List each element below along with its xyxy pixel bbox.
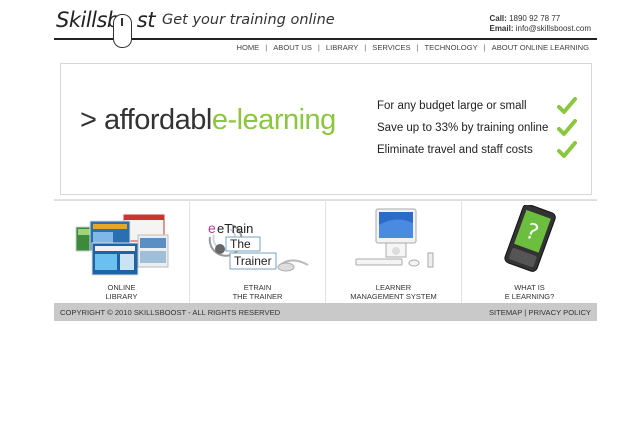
nav-home[interactable]: HOME [236, 43, 259, 52]
box-label-line: WHAT IS [514, 283, 545, 292]
call-label: Call: [489, 14, 507, 23]
benefit-item: For any budget large or small [377, 95, 577, 117]
benefit-text: Eliminate travel and staff costs [377, 144, 533, 156]
etrain-word: eTrain [217, 221, 253, 236]
benefit-item: Save up to 33% by training online [377, 117, 577, 139]
email-link[interactable]: info@skillsboost.com [516, 24, 591, 33]
feature-boxes: ONLINE LIBRARY e eTrain The Trainer eTRA… [54, 200, 597, 303]
contact-info: Call: 1890 92 78 77 Email: info@skillsbo… [489, 14, 591, 34]
box-label-line: LIBRARY [105, 292, 138, 301]
hero-banner: > affordable-learning For any budget lar… [60, 63, 592, 195]
box-label-line: MANAGEMENT SYSTEM [350, 292, 437, 301]
box-what-is-e-learning[interactable]: ? WHAT IS E LEARNING? [462, 200, 597, 303]
checkmark-icon [557, 119, 577, 136]
checkmark-icon [557, 97, 577, 114]
etrain-the-word: The [230, 237, 251, 251]
box-label-line: LEARNER [375, 283, 412, 292]
box-label: WHAT IS E LEARNING? [462, 283, 597, 301]
nav-separator: | [483, 43, 486, 52]
etrain-logo-image: e eTrain The Trainer [208, 220, 309, 272]
tagline: Get your training online [162, 12, 335, 28]
copyright-text: COPYRIGHT © 2010 SKILLSBOOST - ALL RIGHT… [60, 308, 281, 317]
box-label-line: ONLINE [107, 283, 136, 292]
hero-title-prefix: > affordabl [80, 104, 212, 136]
imac-computer-image [355, 208, 434, 268]
page: Skillsb st Get your training online Call:… [54, 6, 597, 321]
nav-separator: | [364, 43, 367, 52]
sitemap-link[interactable]: SITEMAP [489, 308, 522, 317]
footer-links: SITEMAP | PRIVACY POLICY [489, 308, 591, 317]
benefit-item: Eliminate travel and staff costs [377, 139, 577, 161]
nav-technology[interactable]: TECHNOLOGY [425, 43, 478, 52]
box-label-line: THE TRAINER [232, 292, 283, 301]
benefit-list: For any budget large or small Save up to… [377, 95, 577, 161]
nav-separator: | [265, 43, 268, 52]
etrain-trainer-word: Trainer [234, 254, 272, 268]
phone-number: 1890 92 78 77 [509, 14, 561, 23]
box-etrain-the-trainer[interactable]: e eTrain The Trainer eTRAIN THE TRAINER [190, 200, 325, 303]
email-label: Email: [489, 24, 514, 33]
nav-services[interactable]: SERVICES [372, 43, 410, 52]
nav-separator: | [317, 43, 320, 52]
box-label: LEARNER MANAGEMENT SYSTEM [326, 283, 461, 301]
privacy-policy-link[interactable]: PRIVACY POLICY [528, 308, 591, 317]
checkmark-icon [557, 141, 577, 158]
footer-separator: | [524, 308, 527, 317]
benefit-text: Save up to 33% by training online [377, 122, 549, 134]
box-label-line: E LEARNING? [504, 292, 555, 301]
site-logo[interactable]: Skillsb st [56, 8, 155, 32]
box-label: ONLINE LIBRARY [54, 283, 189, 301]
logo-text: Skillsb [56, 8, 120, 32]
site-header: Skillsb st Get your training online Call:… [54, 6, 597, 48]
nav-about-online-learning[interactable]: ABOUT ONLINE LEARNING [492, 43, 589, 52]
nav-library[interactable]: LIBRARY [326, 43, 358, 52]
nav-separator: | [416, 43, 419, 52]
box-label: eTRAIN THE TRAINER [190, 283, 325, 301]
smartphone-question-icon: ? [504, 205, 556, 272]
box-online-library[interactable]: ONLINE LIBRARY [54, 200, 189, 303]
box-label-line: eTRAIN [243, 283, 272, 292]
hero-title: > affordable-learning [80, 104, 336, 137]
box-learner-management-system[interactable]: LEARNER MANAGEMENT SYSTEM [326, 200, 461, 303]
course-screenshots-image [75, 214, 169, 276]
nav-about-us[interactable]: ABOUT US [273, 43, 312, 52]
main-nav: HOME | ABOUT US | LIBRARY | SERVICES | T… [236, 43, 589, 52]
benefit-text: For any budget large or small [377, 100, 527, 112]
site-footer: COPYRIGHT © 2010 SKILLSBOOST - ALL RIGHT… [54, 303, 597, 321]
etrain-e-glyph: e [208, 220, 216, 236]
mouse-logo-icon [113, 14, 132, 48]
hero-title-highlight: e-learning [211, 104, 336, 136]
logo-text-end: st [136, 8, 156, 32]
